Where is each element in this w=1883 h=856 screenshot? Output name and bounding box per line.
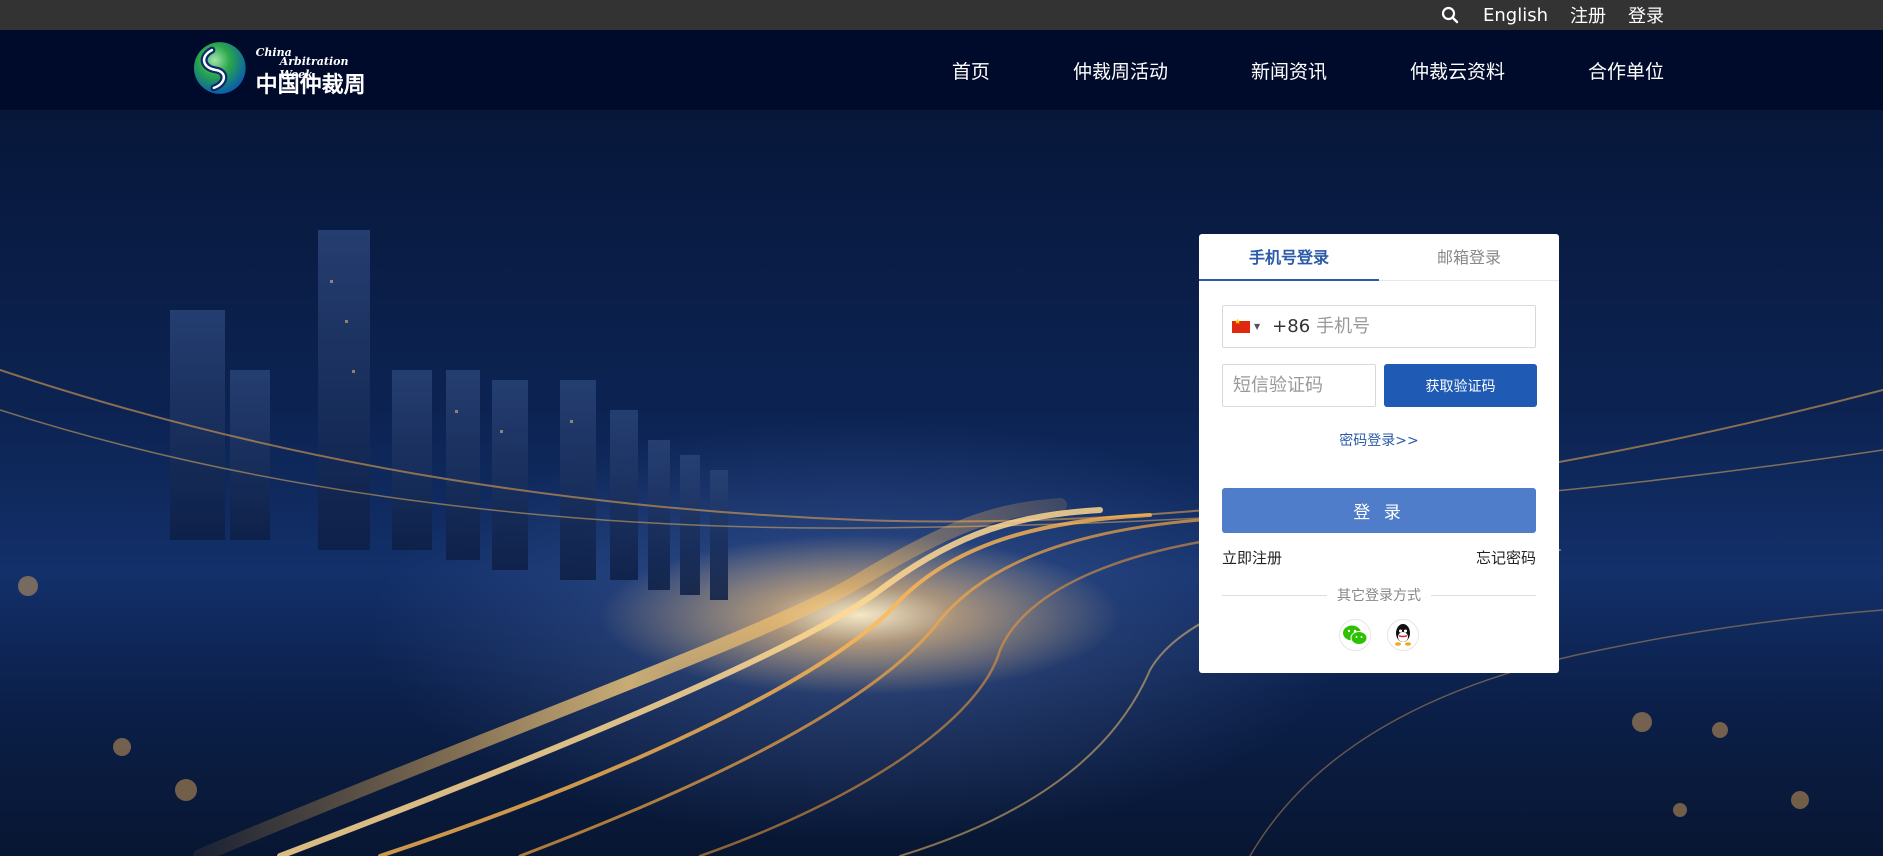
sms-code-input[interactable] — [1222, 364, 1376, 407]
login-button[interactable]: 登 录 — [1222, 488, 1536, 533]
logo-globe-icon — [193, 42, 246, 94]
phone-input[interactable] — [1316, 316, 1517, 337]
wechat-icon[interactable] — [1339, 619, 1371, 651]
country-code: +86 — [1272, 316, 1311, 337]
logo-chinese-title: 中国仲裁周 — [255, 72, 366, 98]
nav-item-home[interactable]: 首页 — [952, 57, 990, 84]
phone-field: ▼ +86 — [1222, 305, 1536, 348]
tab-phone-login[interactable]: 手机号登录 — [1199, 234, 1379, 281]
topbar-links: English 注册 登录 — [1439, 0, 1664, 30]
china-flag-icon[interactable] — [1232, 317, 1250, 333]
divider-line-right — [1431, 594, 1536, 596]
divider-line-left — [1222, 594, 1327, 596]
search-icon[interactable] — [1439, 4, 1461, 26]
nav-menu: 首页 仲裁周活动 新闻资讯 仲裁云资料 合作单位 — [869, 30, 1664, 110]
other-methods-divider: 其它登录方式 — [1222, 586, 1536, 604]
nav-item-activities[interactable]: 仲裁周活动 — [1073, 57, 1168, 84]
nav-item-partners[interactable]: 合作单位 — [1588, 57, 1664, 84]
nav-item-news[interactable]: 新闻资讯 — [1251, 57, 1327, 84]
qq-icon[interactable] — [1387, 619, 1419, 651]
password-login-link[interactable]: 密码登录>> — [1199, 430, 1559, 450]
logo-text: China Arbitration Week 中国仲裁周 — [255, 40, 367, 98]
top-utility-bar: English 注册 登录 — [0, 0, 1883, 30]
main-navbar: China Arbitration Week 中国仲裁周 首页 仲裁周活动 新闻… — [0, 30, 1883, 110]
login-top-link[interactable]: 登录 — [1628, 2, 1664, 28]
site-logo[interactable]: China Arbitration Week 中国仲裁周 — [192, 38, 367, 98]
register-link[interactable]: 立即注册 — [1222, 547, 1282, 568]
social-login — [1199, 619, 1559, 651]
hero-city-light-illustration — [0, 230, 1883, 856]
forgot-password-link[interactable]: 忘记密码 — [1476, 547, 1536, 568]
login-tabs: 手机号登录 邮箱登录 — [1199, 234, 1559, 281]
hero-background — [0, 110, 1883, 856]
nav-item-cloud-resources[interactable]: 仲裁云资料 — [1410, 57, 1505, 84]
other-methods-label: 其它登录方式 — [1337, 588, 1421, 604]
tab-email-login[interactable]: 邮箱登录 — [1379, 234, 1559, 281]
register-top-link[interactable]: 注册 — [1570, 2, 1606, 28]
chevron-down-icon[interactable]: ▼ — [1254, 322, 1260, 331]
get-code-button[interactable]: 获取验证码 — [1384, 364, 1537, 407]
login-card: 手机号登录 邮箱登录 ▼ +86 获取验证码 密码登录>> 登 录 立即注册 忘… — [1199, 234, 1559, 673]
language-link[interactable]: English — [1483, 5, 1548, 26]
